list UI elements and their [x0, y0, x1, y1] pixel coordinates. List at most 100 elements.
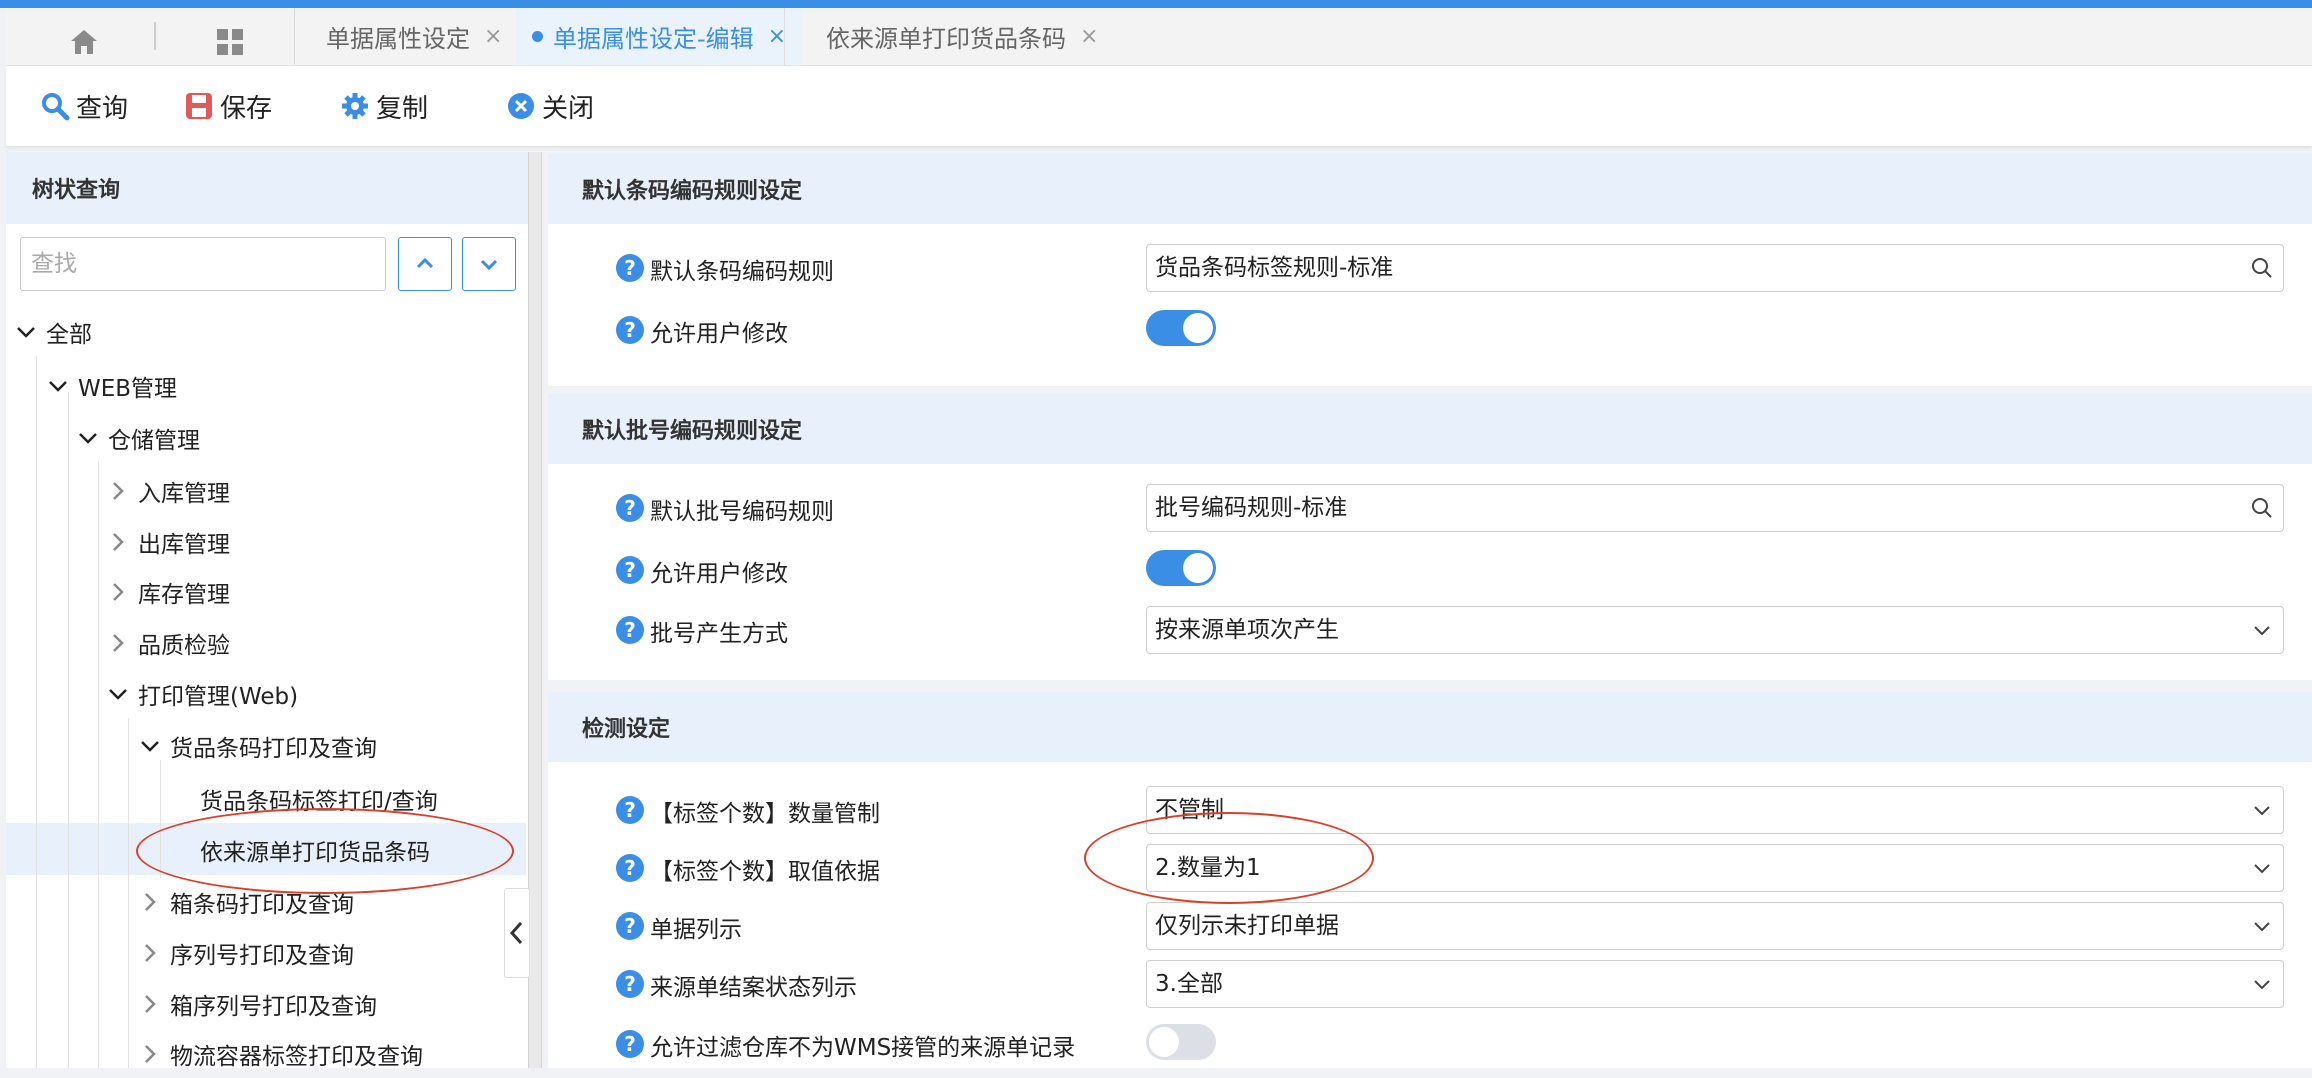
- tree-node-label: 货品条码标签打印/查询: [200, 789, 438, 815]
- help-icon[interactable]: ?: [616, 254, 644, 282]
- close-tab-icon[interactable]: ×: [1080, 24, 1098, 49]
- filter-non-wms-toggle[interactable]: [1146, 1024, 1216, 1060]
- tree-node-box-serial[interactable]: 箱序列号打印及查询: [138, 980, 377, 1028]
- tab-doc-property[interactable]: 单据属性设定 ×: [326, 8, 502, 65]
- toggle-knob: [1149, 1027, 1179, 1057]
- chevron-left-icon: [509, 921, 523, 945]
- tree-guide-line: [160, 760, 161, 878]
- help-icon[interactable]: ?: [616, 1030, 644, 1058]
- batch-generation-select[interactable]: 按来源单项次产生: [1146, 606, 2284, 654]
- help-icon[interactable]: ?: [616, 912, 644, 940]
- field-value: 货品条码标签规则-标准: [1155, 255, 1394, 281]
- allow-user-edit-barcode-toggle[interactable]: [1146, 310, 1216, 346]
- tab-bar: 单据属性设定 × 单据属性设定-编辑 × 依来源单打印货品条码 ×: [6, 8, 2312, 66]
- chevron-right-icon: [113, 482, 124, 500]
- tree-node-label: 库存管理: [138, 582, 230, 608]
- tree-node-print[interactable]: 打印管理(Web): [106, 670, 298, 718]
- gear-icon: [342, 93, 368, 119]
- chevron-right-icon: [145, 944, 156, 962]
- help-icon[interactable]: ?: [616, 616, 644, 644]
- tab-print-by-source[interactable]: 依来源单打印货品条码 ×: [826, 8, 1098, 65]
- tree-guide-line: [98, 462, 99, 1068]
- search-next-button[interactable]: [462, 237, 516, 291]
- chevron-right-icon: [113, 533, 124, 551]
- chevron-down-icon: [2254, 864, 2270, 874]
- home-icon[interactable]: [56, 20, 112, 64]
- help-icon[interactable]: ?: [616, 316, 644, 344]
- close-circle-icon: [508, 93, 534, 119]
- window-top-accent: [0, 0, 2312, 8]
- search-prev-button[interactable]: [398, 237, 452, 291]
- field-label: 默认批号编码规则: [650, 499, 834, 525]
- query-button[interactable]: 查询: [40, 86, 128, 126]
- batch-rule-lookup[interactable]: 批号编码规则-标准: [1146, 484, 2284, 532]
- chevron-down-icon: [79, 433, 97, 444]
- section-barcode-rule: 默认条码编码规则设定 ? 默认条码编码规则 货品条码标签规则-标准 ? 允许用户…: [548, 154, 2312, 386]
- chevron-right-icon: [113, 583, 124, 601]
- field-label: 默认条码编码规则: [650, 259, 834, 285]
- chevron-down-icon: [49, 381, 67, 392]
- tree-node-label: 物流容器标签打印及查询: [170, 1044, 423, 1070]
- copy-button[interactable]: 复制: [340, 86, 428, 126]
- field-label: 来源单结案状态列示: [650, 975, 857, 1001]
- tree-node-warehouse[interactable]: 仓储管理: [76, 414, 200, 462]
- tree-node-box-barcode[interactable]: 箱条码打印及查询: [138, 878, 354, 926]
- close-label: 关闭: [542, 93, 595, 124]
- copy-label: 复制: [376, 93, 429, 124]
- chevron-right-icon: [145, 995, 156, 1013]
- tree-node-print-by-source[interactable]: 依来源单打印货品条码: [200, 826, 430, 874]
- field-label: 允许用户修改: [650, 561, 788, 587]
- chevron-down-icon: [2254, 980, 2270, 990]
- allow-user-edit-batch-toggle[interactable]: [1146, 550, 1216, 586]
- tab-doc-property-edit[interactable]: 单据属性设定-编辑 ×: [516, 8, 803, 65]
- help-icon[interactable]: ?: [616, 970, 644, 998]
- document-list-select[interactable]: 仅列示未打印单据: [1146, 902, 2284, 950]
- save-button[interactable]: 保存: [184, 86, 272, 126]
- chevron-right-icon: [145, 893, 156, 911]
- tree-node-goods-barcode[interactable]: 货品条码打印及查询: [138, 722, 377, 770]
- help-icon[interactable]: ?: [616, 854, 644, 882]
- search-icon[interactable]: [2249, 495, 2275, 521]
- tree-node-label: 全部: [46, 322, 92, 348]
- save-icon: [186, 93, 212, 119]
- field-label: 允许过滤仓库不为WMS接管的来源单记录: [650, 1035, 1076, 1061]
- tree-node-web[interactable]: WEB管理: [46, 362, 177, 410]
- tree-node-logistics-container[interactable]: 物流容器标签打印及查询: [138, 1030, 423, 1078]
- label-count-control-select[interactable]: 不管制: [1146, 786, 2284, 834]
- tree-node-barcode-label-print[interactable]: 货品条码标签打印/查询: [200, 775, 438, 823]
- field-label: 【标签个数】数量管制: [650, 801, 880, 827]
- tree-node-label: 箱序列号打印及查询: [170, 994, 377, 1020]
- help-icon[interactable]: ?: [616, 796, 644, 824]
- tree-node-quality[interactable]: 品质检验: [106, 619, 230, 667]
- section-batch-rule: 默认批号编码规则设定 ? 默认批号编码规则 批号编码规则-标准 ? 允许用户修改…: [548, 394, 2312, 680]
- tree-panel-title: 树状查询: [6, 152, 528, 224]
- help-icon[interactable]: ?: [616, 494, 644, 522]
- chevron-down-icon: [17, 327, 35, 338]
- panel-splitter[interactable]: [528, 152, 542, 1068]
- label-count-basis-select[interactable]: 2.数量为1: [1146, 844, 2284, 892]
- chevron-down-icon: [2254, 626, 2270, 636]
- close-button[interactable]: 关闭: [506, 86, 594, 126]
- help-icon[interactable]: ?: [616, 556, 644, 584]
- section-check-settings: 检测设定 ? 【标签个数】数量管制 不管制 ? 【标签个数】取值依据 2.数量为…: [548, 692, 2312, 1068]
- tree-node-inventory[interactable]: 库存管理: [106, 568, 230, 616]
- tree-node-label: 出库管理: [138, 532, 230, 558]
- tree-node-serial[interactable]: 序列号打印及查询: [138, 929, 354, 977]
- tree-node-all[interactable]: 全部: [14, 308, 92, 356]
- barcode-rule-lookup[interactable]: 货品条码标签规则-标准: [1146, 244, 2284, 292]
- toggle-knob: [1183, 313, 1213, 343]
- source-close-status-select[interactable]: 3.全部: [1146, 960, 2284, 1008]
- close-tab-icon[interactable]: ×: [484, 24, 502, 49]
- field-value: 2.数量为1: [1155, 855, 1261, 881]
- search-icon[interactable]: [2249, 255, 2275, 281]
- tree-node-label: 依来源单打印货品条码: [200, 840, 430, 866]
- form-row: ? 【标签个数】取值依据 2.数量为1: [548, 842, 2312, 892]
- collapse-panel-button[interactable]: [504, 888, 530, 978]
- grid-menu-icon[interactable]: [202, 20, 258, 64]
- tree-node-inbound[interactable]: 入库管理: [106, 467, 230, 515]
- tree-search-input[interactable]: 查找: [20, 237, 386, 291]
- form-row: ? 允许用户修改: [548, 544, 2312, 594]
- tree-node-outbound[interactable]: 出库管理: [106, 518, 230, 566]
- form-row: ? 【标签个数】数量管制 不管制: [548, 784, 2312, 834]
- tab-divider: [784, 8, 785, 65]
